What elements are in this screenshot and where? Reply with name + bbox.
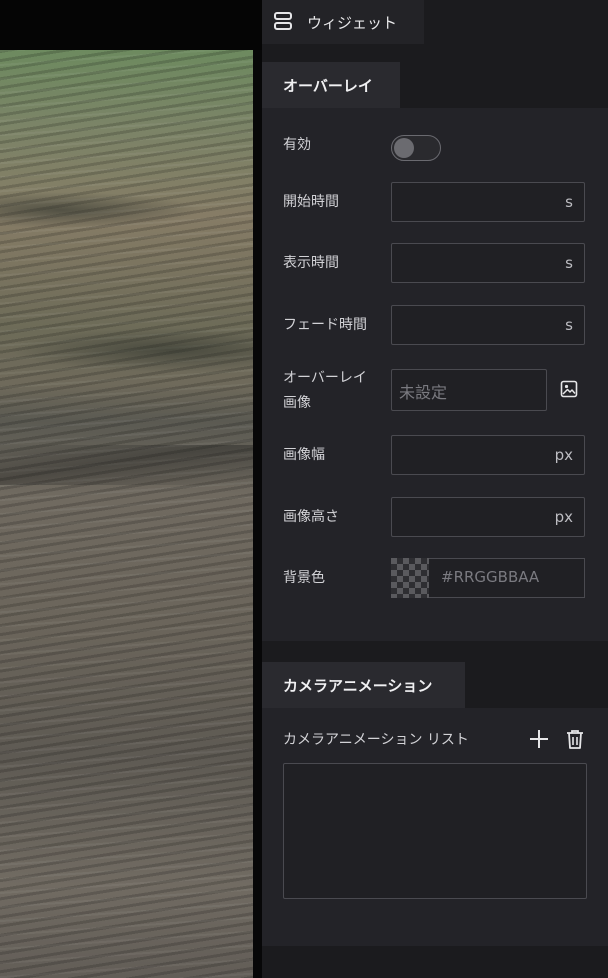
display-time-label: 表示時間 — [283, 255, 339, 271]
map-viewport[interactable] — [0, 50, 253, 978]
start-time-unit: s — [565, 193, 573, 211]
display-time-input[interactable]: s — [391, 243, 585, 283]
map-top-bar — [0, 0, 262, 50]
trash-icon[interactable] — [564, 728, 586, 750]
background-color-placeholder: #RRGGBBAA — [441, 568, 540, 586]
overlay-image-placeholder: 未設定 — [399, 383, 448, 402]
camera-animation-list[interactable] — [283, 763, 587, 899]
enabled-toggle[interactable] — [391, 135, 441, 161]
widget-icon — [273, 11, 295, 33]
image-icon[interactable] — [560, 380, 578, 398]
terrain-ridge — [0, 445, 253, 485]
toggle-knob — [394, 138, 414, 158]
image-height-unit: px — [554, 508, 573, 526]
image-width-input[interactable]: px — [391, 435, 585, 475]
tab-overlay[interactable]: オーバーレイ — [262, 62, 400, 108]
start-time-input[interactable]: s — [391, 182, 585, 222]
fade-time-input[interactable]: s — [391, 305, 585, 345]
settings-panel: ウィジェット オーバーレイ 有効 開始時間 s 表示時間 s フェード時間 s … — [262, 0, 608, 978]
overlay-image-label-line1: オーバーレイ — [283, 370, 367, 386]
image-width-unit: px — [554, 446, 573, 464]
display-time-unit: s — [565, 254, 573, 272]
image-height-label: 画像高さ — [283, 509, 339, 525]
tab-widget[interactable]: ウィジェット — [262, 0, 424, 44]
background-color-label: 背景色 — [283, 570, 325, 586]
fade-time-unit: s — [565, 316, 573, 334]
enabled-label: 有効 — [283, 137, 311, 153]
overlay-image-label-line2: 画像 — [283, 395, 311, 411]
tab-camera-animation[interactable]: カメラアニメーション — [262, 662, 465, 708]
image-width-label: 画像幅 — [283, 447, 325, 463]
plus-icon[interactable] — [528, 728, 550, 750]
start-time-label: 開始時間 — [283, 194, 339, 210]
image-height-input[interactable]: px — [391, 497, 585, 537]
panel-divider[interactable] — [253, 50, 262, 978]
widget-tab-label: ウィジェット — [307, 13, 398, 32]
background-color-input[interactable]: #RRGGBBAA — [429, 558, 585, 598]
color-swatch[interactable] — [391, 558, 429, 598]
camera-list-label: カメラアニメーション リスト — [283, 732, 469, 748]
fade-time-label: フェード時間 — [283, 317, 367, 333]
overlay-image-input[interactable]: 未設定 — [391, 369, 547, 411]
